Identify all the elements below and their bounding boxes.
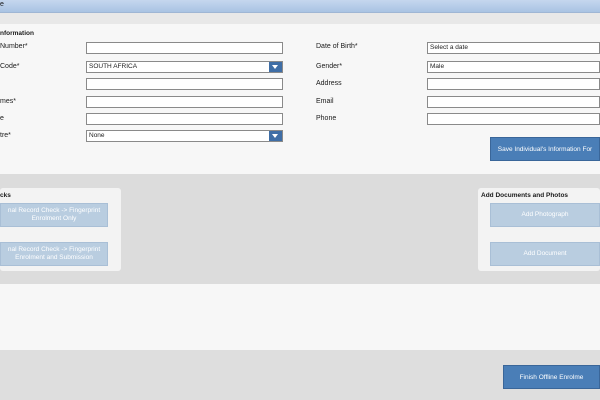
date-of-birth-picker[interactable]: Select a date — [427, 42, 600, 54]
individual-info-title: nformation — [0, 30, 34, 37]
documents-title: Add Documents and Photos — [481, 192, 569, 199]
email-label: Email — [316, 98, 334, 105]
id-number-input[interactable] — [86, 42, 283, 54]
window-titlebar: e — [0, 0, 600, 13]
email-input[interactable] — [427, 96, 600, 108]
finish-offline-enrolment-button[interactable]: Finish Offline Enrolme — [503, 365, 600, 389]
phone-input[interactable] — [427, 113, 600, 125]
centre-value: None — [89, 132, 105, 139]
phone-label: Phone — [316, 115, 337, 122]
date-of-birth-label: Date of Birth* — [316, 43, 358, 50]
chevron-down-icon[interactable] — [269, 131, 282, 141]
gender-label: Gender* — [316, 63, 343, 70]
save-individual-button[interactable]: Save Individual's Information For — [490, 137, 600, 161]
gender-select[interactable]: Male — [427, 61, 600, 73]
names-input[interactable] — [86, 96, 283, 108]
address-input[interactable] — [427, 78, 600, 90]
surname-label: e — [0, 115, 4, 122]
id-number-label: Number* — [0, 43, 28, 50]
names-label: mes* — [0, 98, 16, 105]
chevron-down-icon[interactable] — [269, 62, 282, 72]
address-label: Address — [316, 80, 342, 87]
country-code-value: SOUTH AFRICA — [89, 63, 138, 70]
window-title: e — [0, 1, 4, 8]
centre-select[interactable]: None — [86, 130, 283, 142]
add-document-button[interactable]: Add Document — [490, 242, 600, 266]
country-code-label: Code* — [0, 63, 20, 70]
surname-input[interactable] — [86, 113, 283, 125]
add-photograph-button[interactable]: Add Photograph — [490, 203, 600, 227]
centre-label: tre* — [0, 132, 11, 139]
country-code-select[interactable]: SOUTH AFRICA — [86, 61, 283, 73]
record-check-enrolment-submission-button[interactable]: nal Record Check -> Fingerprint Enrolmen… — [0, 242, 108, 266]
checks-title: cks — [0, 192, 11, 199]
blank-input[interactable] — [86, 78, 283, 90]
record-check-enrolment-only-button[interactable]: nal Record Check -> Fingerprint Enrolmen… — [0, 203, 108, 227]
lower-empty-section — [0, 284, 600, 350]
